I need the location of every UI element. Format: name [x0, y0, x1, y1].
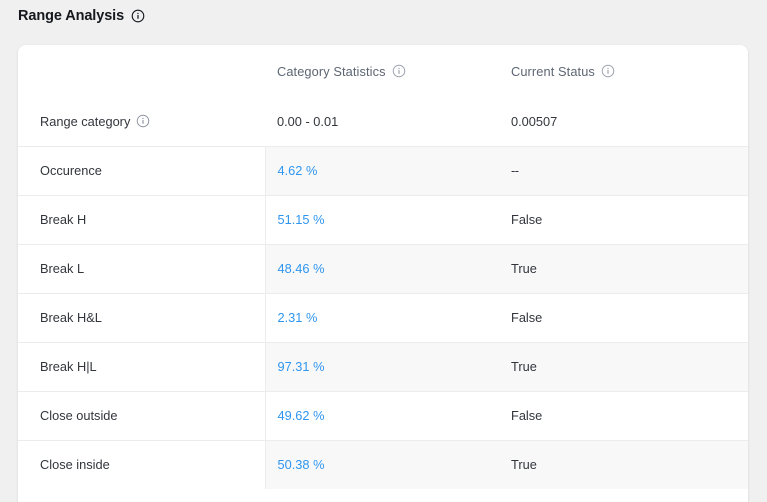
row-current-status-value: True [511, 359, 537, 374]
row-label-cell: Break L [18, 243, 265, 293]
row-current-status-cell: False [499, 194, 748, 244]
current-status-info-icon[interactable] [601, 64, 615, 78]
row-label: Break H|L [40, 359, 97, 374]
row-label: Break H [40, 212, 87, 227]
table-header: Category Statistics Current Status [18, 45, 748, 97]
row-category-statistics-cell: 0.00 - 0.01 [265, 97, 499, 146]
row-current-status-value: True [511, 457, 537, 473]
row-current-status-cell: False [499, 292, 748, 342]
table-row: Break H&L 2.31 % False [18, 292, 748, 342]
row-current-status-value: False [511, 212, 543, 227]
row-category-statistics-cell: 48.46 % [264, 243, 499, 293]
row-label: Break L [40, 261, 85, 276]
column-header-category-statistics: Category Statistics [265, 45, 499, 97]
row-label-cell: Break H&L [18, 292, 265, 342]
row-category-statistics-cell: 51.15 % [264, 194, 499, 244]
row-category-statistics-value: 48.46 % [277, 261, 325, 276]
row-category-statistics-cell: 49.62 % [264, 390, 499, 440]
row-label-cell: Break H [18, 194, 265, 244]
page-title-bar: Range Analysis [18, 2, 145, 30]
category-statistics-info-icon[interactable] [392, 64, 406, 78]
range-analysis-table: Category Statistics Current Status Range… [18, 45, 748, 489]
row-category-statistics-value: 50.38 % [277, 457, 325, 473]
row-category-statistics-cell: 50.38 % [264, 439, 499, 489]
row-current-status-cell: False [499, 390, 748, 440]
table-body: Range category 0.00 - 0.01 0.00507 Occur… [18, 97, 748, 489]
table-row: Range category 0.00 - 0.01 0.00507 [18, 97, 748, 146]
row-label-cell: Close outside [18, 390, 265, 440]
table-row: Break H 51.15 % False [18, 194, 748, 244]
column-header-current-status: Current Status [499, 45, 748, 97]
range-analysis-info-icon[interactable] [131, 9, 145, 23]
row-current-status-cell: True [499, 341, 748, 391]
table-row: Break H|L 97.31 % True [18, 341, 748, 391]
table-row: Close inside 50.38 % True [18, 439, 748, 489]
table-row: Occurence 4.62 % -- [18, 145, 748, 195]
row-category-statistics-cell: 4.62 % [264, 145, 499, 195]
row-label-cell: Break H|L [18, 341, 265, 391]
column-header-category-statistics-text: Category Statistics [277, 63, 386, 79]
table-header-row: Category Statistics Current Status [18, 45, 748, 97]
row-current-status-value: False [511, 310, 543, 325]
row-label-cell: Close inside [18, 439, 265, 489]
row-current-status-value: 0.00507 [511, 113, 558, 129]
row-label: Break H&L [40, 310, 102, 325]
row-category-statistics-cell: 2.31 % [264, 292, 499, 342]
row-current-status-value: True [511, 261, 537, 276]
row-category-statistics-cell: 97.31 % [264, 341, 499, 391]
row-current-status-cell: True [499, 439, 748, 489]
row-label: Occurence [40, 163, 102, 178]
range-category-info-icon[interactable] [136, 114, 150, 128]
table-row: Break L 48.46 % True [18, 243, 748, 293]
row-category-statistics-value: 0.00 - 0.01 [277, 113, 339, 129]
column-header-label [18, 45, 265, 97]
range-analysis-card: Category Statistics Current Status Range… [18, 45, 748, 502]
row-category-statistics-value: 97.31 % [277, 359, 325, 374]
table-row: Close outside 49.62 % False [18, 390, 748, 440]
row-category-statistics-value: 49.62 % [277, 408, 325, 423]
row-category-statistics-value: 4.62 % [277, 163, 318, 178]
row-label: Close inside [40, 457, 110, 473]
row-category-statistics-value: 2.31 % [277, 310, 318, 325]
column-header-current-status-text: Current Status [511, 63, 595, 79]
range-analysis-page: Range Analysis Category Statistics Curre… [0, 0, 767, 502]
row-current-status-value: -- [511, 163, 519, 178]
row-label: Range category [40, 113, 131, 129]
row-category-statistics-value: 51.15 % [277, 212, 325, 227]
row-label-cell: Occurence [18, 145, 265, 195]
row-current-status-cell: 0.00507 [499, 97, 748, 146]
row-current-status-cell: True [499, 243, 748, 293]
row-label: Close outside [40, 408, 118, 423]
page-title: Range Analysis [18, 7, 125, 24]
row-label-cell: Range category [18, 97, 265, 146]
row-current-status-cell: -- [499, 145, 748, 195]
row-current-status-value: False [511, 408, 543, 423]
